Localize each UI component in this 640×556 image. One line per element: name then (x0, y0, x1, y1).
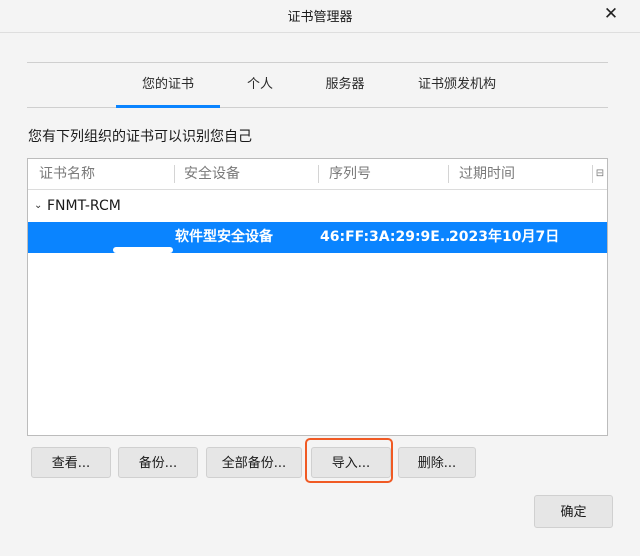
tab-servers[interactable]: 服务器 (310, 63, 380, 107)
tab-personal[interactable]: 个人 (232, 63, 288, 107)
description-text: 您有下列组织的证书可以识别您自己 (28, 129, 252, 145)
column-separator[interactable] (174, 165, 175, 183)
group-name: FNMT-RCM (47, 198, 121, 214)
tab-selected-indicator (116, 105, 220, 108)
delete-button[interactable]: 删除... (398, 447, 476, 478)
cert-device-cell: 软件型安全设备 (175, 229, 273, 245)
close-icon[interactable]: ✕ (602, 5, 620, 23)
cert-serial-cell: 46:FF:3A:29:9E... (320, 229, 456, 245)
chevron-down-icon[interactable]: ⌄ (34, 191, 42, 221)
tab-label: 证书颁发机构 (417, 77, 496, 92)
cert-expiry-cell: 2023年10月7日 (449, 229, 560, 245)
table-header: 证书名称 安全设备 序列号 过期时间 ⊟ (28, 159, 607, 190)
column-header-name[interactable]: 证书名称 (39, 159, 95, 189)
column-header-serial[interactable]: 序列号 (329, 159, 371, 189)
backup-button[interactable]: 备份... (118, 447, 198, 478)
ok-button[interactable]: 确定 (534, 495, 613, 528)
view-button[interactable]: 查看... (31, 447, 111, 478)
tab-authorities[interactable]: 证书颁发机构 (402, 63, 512, 107)
column-header-expiry[interactable]: 过期时间 (459, 159, 515, 189)
column-separator[interactable] (448, 165, 449, 183)
tab-label: 服务器 (325, 77, 365, 92)
backup-all-button[interactable]: 全部备份... (206, 447, 302, 478)
redaction-mark (113, 247, 173, 253)
column-picker-icon[interactable]: ⊟ (592, 165, 607, 183)
title-bar: 证书管理器 ✕ (0, 0, 640, 30)
certificate-table[interactable]: 证书名称 安全设备 序列号 过期时间 ⊟ ⌄ FNMT-RCM 软件型安全设备 … (27, 158, 608, 436)
column-header-device[interactable]: 安全设备 (184, 159, 240, 189)
tab-your-certificates[interactable]: 您的证书 (116, 63, 220, 108)
window-title: 证书管理器 (287, 10, 353, 25)
title-divider (0, 32, 640, 33)
certificate-group-row[interactable]: ⌄ FNMT-RCM (28, 191, 607, 221)
tab-label: 您的证书 (141, 77, 194, 92)
import-button[interactable]: 导入... (311, 447, 391, 478)
column-separator[interactable] (318, 165, 319, 183)
tab-bar: 您的证书 个人 服务器 证书颁发机构 (27, 62, 608, 108)
tab-label: 个人 (246, 77, 273, 92)
